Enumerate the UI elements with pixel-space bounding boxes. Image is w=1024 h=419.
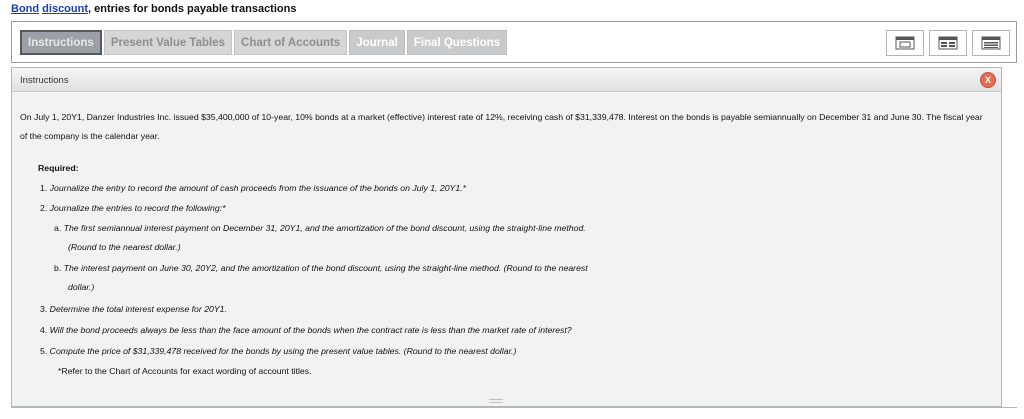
item-letter: b. — [54, 263, 62, 273]
item-text: Will the bond proceeds always be less th… — [49, 325, 572, 335]
split-view-icon — [938, 36, 958, 50]
intro-paragraph: On July 1, 20Y1, Danzer Industries Inc. … — [20, 112, 983, 141]
single-view-button[interactable] — [886, 30, 924, 56]
required-label: Required: — [38, 163, 79, 173]
required-item-1: 1. Journalize the entry to record the am… — [40, 182, 466, 195]
close-icon: X — [984, 75, 991, 85]
stacked-view-button[interactable] — [972, 30, 1010, 56]
divider — [11, 407, 1017, 408]
split-view-button[interactable] — [929, 30, 967, 56]
panel-header: Instructions X — [12, 68, 1001, 92]
required-item-2a-cont: (Round to the nearest dollar.) — [68, 241, 181, 254]
required-item-2b-cont: dollar.) — [68, 281, 94, 294]
item-text: The interest payment on June 30, 20Y2, a… — [63, 263, 588, 273]
tab-present-value-tables[interactable]: Present Value Tables — [103, 30, 233, 55]
required-item-3: 3. Determine the total interest expense … — [40, 303, 227, 316]
footnote: *Refer to the Chart of Accounts for exac… — [58, 366, 312, 376]
required-item-2: 2. Journalize the entries to record the … — [40, 202, 225, 215]
stacked-view-icon — [981, 36, 1001, 50]
tab-chart-of-accounts[interactable]: Chart of Accounts — [234, 30, 348, 55]
required-item-4: 4. Will the bond proceeds always be less… — [40, 324, 572, 337]
item-text: Journalize the entry to record the amoun… — [49, 183, 466, 193]
title-link-bond[interactable]: Bond — [11, 3, 39, 15]
required-item-5: 5. Compute the price of $31,339,478 rece… — [40, 345, 516, 358]
item-text: The first semiannual interest payment on… — [63, 223, 586, 233]
close-button[interactable]: X — [980, 72, 996, 88]
resize-handle-icon[interactable] — [489, 399, 503, 403]
required-item-2b: b. The interest payment on June 30, 20Y2… — [54, 262, 588, 275]
item-text: Journalize the entries to record the fol… — [49, 203, 226, 213]
title-link-discount[interactable]: discount — [42, 3, 88, 15]
tab-journal[interactable]: Journal — [349, 30, 405, 55]
tab-instructions[interactable]: Instructions — [20, 30, 102, 55]
item-text: dollar.) — [68, 282, 95, 292]
required-item-2a: a. The first semiannual interest payment… — [54, 222, 586, 235]
page-title: Bond discount, entries for bonds payable… — [11, 3, 296, 15]
item-text: (Round to the nearest dollar.) — [68, 242, 181, 252]
item-text: Determine the total interest expense for… — [49, 304, 227, 314]
item-number: 4. — [40, 325, 48, 335]
title-text: , entries for bonds payable transactions — [88, 3, 297, 15]
panel-header-label: Instructions — [20, 75, 69, 86]
tab-bar: Instructions Present Value Tables Chart … — [11, 21, 1017, 63]
instructions-panel: Instructions X On July 1, 20Y1, Danzer I… — [11, 67, 1002, 407]
item-text: Compute the price of $31,339,478 receive… — [49, 346, 517, 356]
tab-final-questions[interactable]: Final Questions — [406, 30, 508, 55]
item-letter: a. — [54, 223, 62, 233]
item-number: 3. — [40, 304, 48, 314]
single-window-icon — [895, 36, 915, 50]
item-number: 5. — [40, 346, 48, 356]
item-number: 1. — [40, 183, 48, 193]
item-number: 2. — [40, 203, 48, 213]
